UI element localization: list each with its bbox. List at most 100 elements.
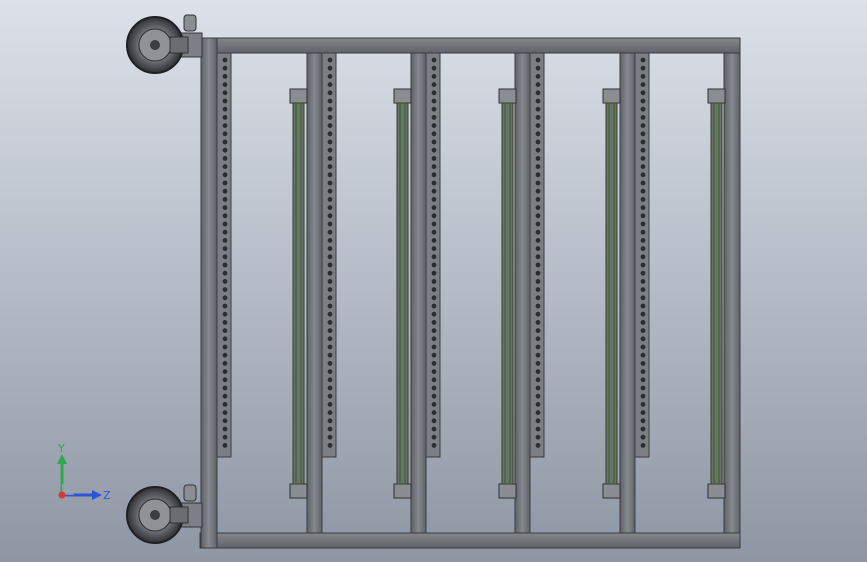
strip-hole bbox=[327, 426, 333, 432]
rail-cap-top bbox=[707, 88, 726, 104]
shelf-rail[interactable] bbox=[498, 88, 517, 499]
graphics-viewport[interactable] bbox=[0, 0, 867, 562]
strip-hole bbox=[222, 336, 228, 342]
strip-hole bbox=[327, 320, 333, 325]
strip-hole bbox=[431, 287, 437, 292]
strip-hole bbox=[535, 254, 541, 260]
strip-hole bbox=[535, 74, 541, 79]
strip-hole bbox=[640, 402, 646, 407]
strip-hole bbox=[327, 262, 333, 268]
strip-hole bbox=[640, 295, 646, 301]
strip-hole bbox=[535, 352, 541, 358]
strip-hole bbox=[222, 352, 228, 358]
strip-hole bbox=[535, 287, 541, 292]
strip-hole bbox=[640, 98, 646, 104]
strip-hole bbox=[431, 156, 437, 161]
strip-hole bbox=[535, 410, 541, 415]
strip-hole bbox=[327, 213, 333, 219]
strip-hole bbox=[327, 270, 333, 276]
strip-hole bbox=[640, 320, 646, 325]
strip-hole bbox=[535, 270, 541, 276]
strip-hole bbox=[431, 328, 437, 333]
strip-hole bbox=[640, 156, 646, 161]
strip-hole bbox=[640, 336, 646, 342]
strip-hole bbox=[222, 426, 228, 432]
strip-hole bbox=[535, 213, 541, 219]
strip-hole bbox=[222, 443, 228, 448]
perforated-strip[interactable] bbox=[216, 52, 232, 458]
frame-left-post[interactable] bbox=[200, 37, 218, 549]
origin-marker bbox=[58, 491, 66, 499]
frame-inner-post[interactable] bbox=[514, 52, 531, 534]
strip-hole bbox=[431, 139, 437, 145]
caster-brake-lever bbox=[183, 484, 197, 502]
strip-hole bbox=[327, 123, 333, 128]
strip-hole bbox=[431, 205, 437, 211]
frame-bottom-bar[interactable] bbox=[199, 532, 741, 549]
shelf-rail[interactable] bbox=[289, 88, 308, 499]
shelf-rail[interactable] bbox=[602, 88, 621, 499]
strip-hole bbox=[431, 262, 437, 268]
strip-hole bbox=[431, 65, 437, 71]
strip-hole bbox=[640, 352, 646, 358]
strip-hole bbox=[535, 197, 541, 202]
strip-hole bbox=[222, 197, 228, 202]
frame-inner-post[interactable] bbox=[410, 52, 427, 534]
strip-hole bbox=[327, 90, 333, 96]
strip-hole bbox=[640, 197, 646, 202]
strip-hole bbox=[327, 393, 333, 399]
strip-hole bbox=[431, 426, 437, 432]
strip-hole bbox=[431, 443, 437, 448]
strip-hole bbox=[222, 287, 228, 292]
rail-body bbox=[292, 102, 305, 485]
shelf-rail[interactable] bbox=[707, 88, 726, 499]
strip-hole bbox=[222, 106, 228, 112]
perforated-strip[interactable] bbox=[425, 52, 441, 458]
strip-hole bbox=[222, 131, 228, 137]
strip-hole bbox=[431, 369, 437, 374]
strip-hole bbox=[640, 74, 646, 79]
strip-hole bbox=[431, 344, 437, 350]
strip-hole bbox=[640, 164, 646, 170]
strip-hole bbox=[535, 402, 541, 407]
strip-hole bbox=[327, 65, 333, 71]
strip-hole bbox=[640, 82, 646, 87]
rail-cap-bottom bbox=[289, 483, 308, 499]
strip-hole bbox=[431, 303, 437, 309]
strip-hole bbox=[222, 279, 228, 284]
caster-wheel[interactable] bbox=[126, 14, 203, 74]
shelf-rail[interactable] bbox=[393, 88, 412, 499]
strip-hole bbox=[535, 172, 541, 178]
frame-inner-post[interactable] bbox=[306, 52, 323, 534]
frame-inner-post[interactable] bbox=[619, 52, 636, 534]
strip-hole bbox=[431, 279, 437, 284]
rail-cap-top bbox=[602, 88, 621, 104]
strip-hole bbox=[327, 147, 333, 153]
strip-hole bbox=[535, 57, 541, 63]
caster-wheel[interactable] bbox=[126, 484, 203, 544]
strip-hole bbox=[327, 172, 333, 178]
strip-hole bbox=[431, 82, 437, 87]
strip-hole bbox=[535, 164, 541, 170]
perforated-strip[interactable] bbox=[634, 52, 650, 458]
strip-hole bbox=[535, 311, 541, 317]
strip-hole bbox=[640, 115, 646, 120]
strip-hole bbox=[222, 180, 228, 186]
strip-hole bbox=[222, 311, 228, 317]
strip-hole bbox=[431, 74, 437, 79]
frame-right-post[interactable] bbox=[723, 52, 741, 534]
rack-cart-model[interactable] bbox=[126, 14, 741, 549]
caster-fork bbox=[169, 506, 189, 524]
perforated-strip[interactable] bbox=[321, 52, 337, 458]
frame-top-bar[interactable] bbox=[199, 37, 741, 54]
strip-hole bbox=[640, 246, 646, 252]
coordinate-triad: Y Z bbox=[57, 442, 111, 502]
strip-hole bbox=[640, 410, 646, 415]
perforated-strip[interactable] bbox=[529, 52, 545, 458]
strip-hole bbox=[535, 320, 541, 325]
strip-hole bbox=[640, 229, 646, 235]
caster-axle bbox=[150, 510, 160, 520]
strip-hole bbox=[222, 270, 228, 276]
strip-hole bbox=[640, 443, 646, 448]
strip-hole bbox=[222, 164, 228, 170]
